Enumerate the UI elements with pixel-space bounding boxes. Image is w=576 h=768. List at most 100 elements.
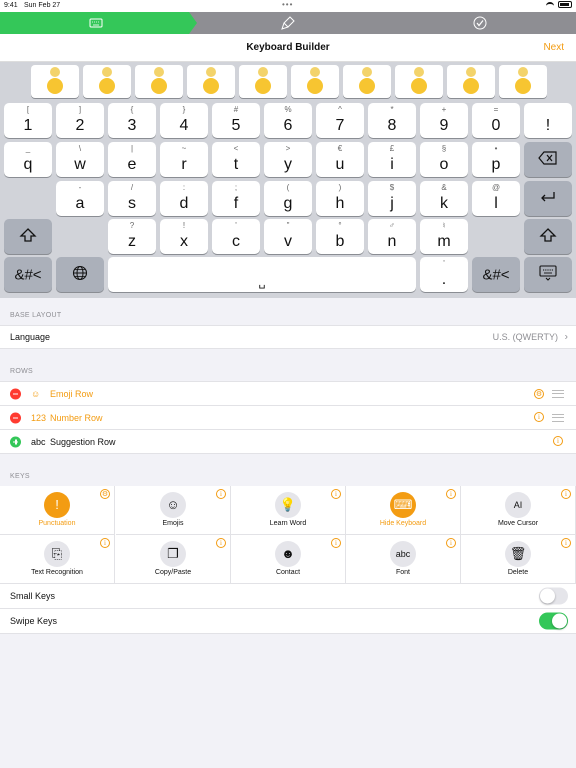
key-tile-copy-paste[interactable]: ❐ Copy/Paste i	[116, 535, 231, 584]
key-tile-hide-keyboard[interactable]: ⌨ Hide Keyboard i	[346, 486, 461, 535]
emoji-key[interactable]	[499, 65, 547, 98]
key-n[interactable]: ♂ n	[368, 219, 416, 254]
swipe-keys-toggle[interactable]	[539, 612, 568, 630]
key-tile-learn-word[interactable]: 💡 Learn Word i	[231, 486, 346, 535]
key-d[interactable]: :d	[160, 181, 208, 216]
remove-icon[interactable]	[10, 412, 21, 423]
small-keys-toggle[interactable]	[539, 587, 568, 605]
checkmark-icon[interactable]	[473, 16, 487, 30]
delete-key[interactable]	[524, 142, 572, 177]
emoji-key[interactable]	[395, 65, 443, 98]
emoji-key[interactable]	[291, 65, 339, 98]
shift-key[interactable]	[4, 219, 52, 254]
key-g[interactable]: (g	[264, 181, 312, 216]
key-r[interactable]: ~ r	[160, 142, 208, 177]
keyboard-icon[interactable]	[89, 16, 103, 30]
emoji-key[interactable]	[83, 65, 131, 98]
key-l[interactable]: @ l	[472, 181, 520, 216]
key-i[interactable]: £ i	[368, 142, 416, 177]
key-3[interactable]: {3	[108, 103, 156, 138]
section-header-base-layout: BASE LAYOUT	[10, 312, 62, 319]
key-o[interactable]: § o	[420, 142, 468, 177]
key-w[interactable]: \ w	[56, 142, 104, 177]
key-p[interactable]: • p	[472, 142, 520, 177]
key-u[interactable]: € u	[316, 142, 364, 177]
info-icon[interactable]: i	[534, 412, 544, 422]
emoji-key[interactable]	[447, 65, 495, 98]
info-icon[interactable]: i	[561, 489, 571, 499]
key-tile-font[interactable]: abc Font i	[346, 535, 461, 584]
globe-key[interactable]	[56, 257, 104, 292]
key-e[interactable]: | e	[108, 142, 156, 177]
key-tile-emojis[interactable]: ☺ Emojis i	[116, 486, 231, 535]
info-icon[interactable]: i	[100, 538, 110, 548]
info-icon[interactable]: i	[216, 489, 226, 499]
key-f[interactable]: ; f	[212, 181, 260, 216]
emoji-key[interactable]	[239, 65, 287, 98]
emoji-key[interactable]	[343, 65, 391, 98]
key-k[interactable]: & k	[420, 181, 468, 216]
info-icon[interactable]: i	[331, 489, 341, 499]
info-icon[interactable]: i	[331, 538, 341, 548]
info-icon[interactable]: i	[561, 538, 571, 548]
settings-icon[interactable]: ⚙	[534, 389, 544, 399]
key-2[interactable]: ] 2	[56, 103, 104, 138]
key-x[interactable]: ! x	[160, 219, 208, 254]
key-period[interactable]: '.	[420, 257, 468, 292]
key-y[interactable]: > y	[264, 142, 312, 177]
key-4[interactable]: } 4	[160, 103, 208, 138]
emoji-key[interactable]	[187, 65, 235, 98]
key-h[interactable]: ) h	[316, 181, 364, 216]
emoji-variant-icon	[258, 67, 268, 77]
key-8[interactable]: * 8	[368, 103, 416, 138]
key-0[interactable]: = 0	[472, 103, 520, 138]
symbols-key[interactable]: &#<	[472, 257, 520, 292]
key-tile-text-recognition[interactable]: ⎘ Text Recognition i	[0, 535, 115, 584]
row-item-suggestion[interactable]: abc Suggestion Row i	[0, 430, 576, 454]
next-button[interactable]: Next	[543, 42, 564, 53]
key-q[interactable]: _ q	[4, 142, 52, 177]
settings-icon[interactable]: ⚙	[100, 489, 110, 499]
key-t[interactable]: < t	[212, 142, 260, 177]
key-c[interactable]: ' c	[212, 219, 260, 254]
add-icon[interactable]	[10, 436, 21, 447]
key-9[interactable]: +9	[420, 103, 468, 138]
key-tile-label: Hide Keyboard	[379, 520, 427, 527]
key-7[interactable]: ^ 7	[316, 103, 364, 138]
info-icon[interactable]: i	[553, 436, 563, 446]
info-icon[interactable]: i	[446, 538, 456, 548]
key-v[interactable]: " v	[264, 219, 312, 254]
key-primary-label: !	[545, 117, 551, 134]
key-a[interactable]: -a	[56, 181, 104, 216]
key-tile-delete[interactable]: 🗑 Delete i	[461, 535, 576, 584]
key-b[interactable]: ° b	[316, 219, 364, 254]
key-tile-move-cursor[interactable]: AI Move Cursor i	[461, 486, 576, 535]
row-item-number[interactable]: 123 Number Row i	[0, 406, 576, 430]
reorder-handle-icon[interactable]	[552, 413, 564, 422]
key-tile-punctuation[interactable]: ! Punctuation ⚙	[0, 486, 115, 535]
multitasking-dots[interactable]: •••	[282, 0, 293, 9]
key-z[interactable]: ? z	[108, 219, 156, 254]
brush-icon[interactable]	[281, 16, 295, 30]
info-icon[interactable]: i	[216, 538, 226, 548]
symbols-key[interactable]: &#<	[4, 257, 52, 292]
key-tile-contact[interactable]: ☻ Contact i	[231, 535, 346, 584]
reorder-handle-icon[interactable]	[552, 389, 564, 398]
key-![interactable]: !	[524, 103, 572, 138]
key-m[interactable]: ♮ m	[420, 219, 468, 254]
shift-key[interactable]	[524, 219, 572, 254]
return-key[interactable]	[524, 181, 572, 216]
emoji-key[interactable]	[31, 65, 79, 98]
remove-icon[interactable]	[10, 388, 21, 399]
key-6[interactable]: % 6	[264, 103, 312, 138]
language-cell[interactable]: Language U.S. (QWERTY) ›	[0, 325, 576, 349]
key-5[interactable]: #5	[212, 103, 260, 138]
hide-keyboard-key[interactable]	[524, 257, 572, 292]
space-key[interactable]: ␣	[108, 257, 416, 292]
row-item-emoji[interactable]: ☺ Emoji Row ⚙	[0, 381, 576, 406]
emoji-key[interactable]	[135, 65, 183, 98]
key-s[interactable]: / s	[108, 181, 156, 216]
key-1[interactable]: [1	[4, 103, 52, 138]
key-j[interactable]: $ j	[368, 181, 416, 216]
info-icon[interactable]: i	[446, 489, 456, 499]
